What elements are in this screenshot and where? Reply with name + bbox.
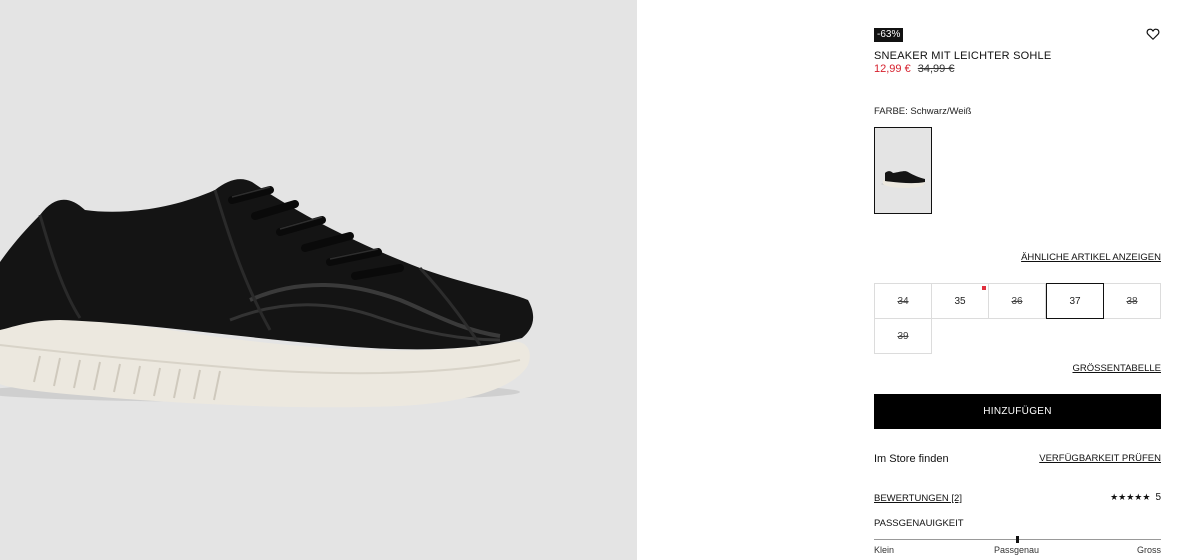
fit-scale-true: Passgenau <box>994 545 1040 555</box>
add-to-cart-button[interactable]: HINZUFÜGEN <box>874 394 1161 429</box>
fit-label: PASSGENAUIGKEIT <box>874 518 964 529</box>
product-details-panel: -63% SNEAKER MIT LEICHTER SOHLE 12,99 € … <box>874 0 1161 560</box>
size-table-link[interactable]: GRÖSSENTABELLE <box>1072 363 1161 374</box>
sneaker-image <box>0 179 534 408</box>
price-block: 12,99 € 34,99 € <box>874 63 954 75</box>
size-option[interactable]: 38 <box>1103 283 1161 319</box>
similar-items-link[interactable]: ÄHNLICHE ARTIKEL ANZEIGEN <box>1021 252 1161 263</box>
wishlist-button[interactable] <box>1146 27 1160 41</box>
rating-score: 5 <box>1155 492 1161 503</box>
swatch-thumbnail <box>881 171 926 188</box>
reviews-link[interactable]: BEWERTUNGEN [2] <box>874 493 962 504</box>
size-option-selected[interactable]: 37 <box>1046 283 1104 319</box>
size-option[interactable]: 34 <box>874 283 932 319</box>
discount-badge: -63% <box>874 28 904 42</box>
size-option[interactable]: 35 <box>931 283 989 319</box>
price-current: 12,99 € <box>874 63 911 75</box>
size-option[interactable]: 39 <box>874 318 932 354</box>
product-title: SNEAKER MIT LEICHTER SOHLE <box>874 50 1052 62</box>
fit-scale-large: Gross <box>1136 545 1161 555</box>
low-stock-indicator <box>982 286 986 290</box>
color-swatch-black-white[interactable] <box>874 127 932 214</box>
star-rating-icon: ★★★★★ <box>1110 492 1151 502</box>
price-old: 34,99 € <box>917 63 955 75</box>
check-availability-link[interactable]: VERFÜGBARKEIT PRÜFEN <box>1039 453 1161 464</box>
rating-summary: ★★★★★ 5 <box>1110 492 1161 503</box>
find-in-store-label: Im Store finden <box>874 453 949 465</box>
fit-scale-marker <box>1016 536 1019 543</box>
fit-scale-small: Klein <box>874 545 895 555</box>
color-label: FARBE: Schwarz/Weiß <box>874 106 972 117</box>
product-image-gallery[interactable] <box>0 0 637 560</box>
heart-icon <box>1146 28 1160 40</box>
size-option[interactable]: 36 <box>988 283 1046 319</box>
